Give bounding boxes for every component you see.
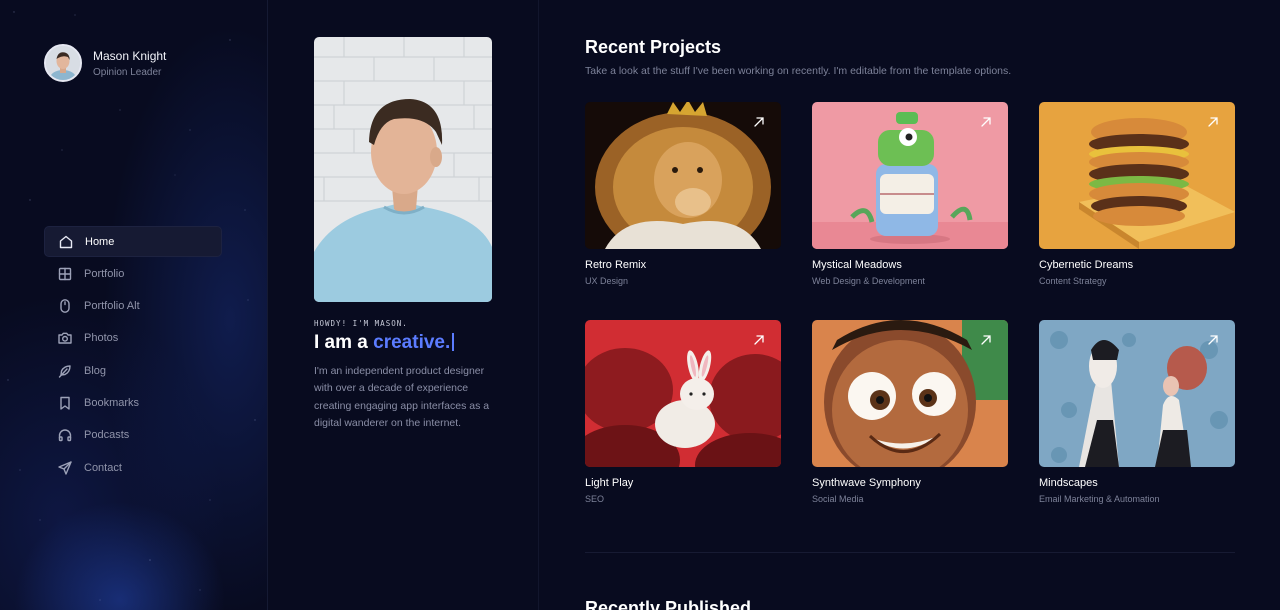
section-title-published: Recently Published bbox=[585, 598, 752, 610]
profile-name: Mason Knight bbox=[93, 48, 167, 63]
typing-cursor bbox=[452, 333, 455, 351]
arrow-up-right-icon bbox=[1206, 115, 1220, 129]
feather-icon bbox=[57, 363, 73, 379]
project-category: Social Media bbox=[812, 494, 864, 504]
bookmark-icon bbox=[57, 395, 73, 411]
nav-item-portfolio-alt[interactable]: Portfolio Alt bbox=[44, 291, 222, 322]
arrow-up-right-icon bbox=[1206, 333, 1220, 347]
nav-item-contact[interactable]: Contact bbox=[44, 452, 222, 483]
section-subtitle: Take a look at the stuff I've been worki… bbox=[585, 65, 1012, 77]
project-thumbnail[interactable] bbox=[585, 102, 781, 249]
project-card[interactable]: Retro Remix UX Design bbox=[585, 102, 782, 286]
grid-icon bbox=[57, 266, 73, 282]
project-category: Web Design & Development bbox=[812, 276, 925, 286]
project-title[interactable]: Cybernetic Dreams bbox=[1039, 259, 1236, 271]
nav-label: Blog bbox=[84, 364, 107, 377]
project-card[interactable]: Synthwave Symphony Social Media bbox=[812, 320, 1009, 504]
nav-item-bookmarks[interactable]: Bookmarks bbox=[44, 387, 222, 418]
camera-icon bbox=[57, 330, 73, 346]
project-title[interactable]: Retro Remix bbox=[585, 259, 782, 271]
project-thumbnail[interactable] bbox=[1039, 102, 1235, 249]
project-card[interactable]: Mindscapes Email Marketing & Automation bbox=[1039, 320, 1236, 504]
project-title[interactable]: Light Play bbox=[585, 477, 782, 489]
mouse-icon bbox=[57, 298, 73, 314]
project-card[interactable]: Cybernetic Dreams Content Strategy bbox=[1039, 102, 1236, 286]
arrow-up-right-icon bbox=[752, 333, 766, 347]
nav-item-photos[interactable]: Photos bbox=[44, 323, 222, 354]
nav-item-podcasts[interactable]: Podcasts bbox=[44, 420, 222, 451]
nav-label: Contact bbox=[84, 461, 122, 474]
nav-item-blog[interactable]: Blog bbox=[44, 355, 222, 386]
project-thumbnail[interactable] bbox=[812, 320, 1008, 467]
nav-label: Portfolio bbox=[84, 267, 125, 280]
headline-accent: creative. bbox=[373, 332, 451, 353]
headphones-icon bbox=[57, 427, 73, 443]
sidebar: Mason Knight Opinion Leader Home Portfol… bbox=[0, 0, 268, 610]
project-category: UX Design bbox=[585, 276, 629, 286]
project-category: Content Strategy bbox=[1039, 276, 1107, 286]
portrait-photo bbox=[314, 37, 492, 302]
intro-eyebrow: HOWDY! I'M MASON. bbox=[314, 319, 408, 328]
project-category: Email Marketing & Automation bbox=[1039, 494, 1160, 504]
section-divider bbox=[585, 552, 1235, 553]
nav-label: Portfolio Alt bbox=[84, 300, 140, 313]
project-category: SEO bbox=[585, 494, 605, 504]
nav-label: Photos bbox=[84, 332, 119, 345]
nav-label: Bookmarks bbox=[84, 396, 140, 409]
send-icon bbox=[57, 460, 73, 476]
intro-bio: I'm an independent product designer with… bbox=[314, 365, 490, 429]
project-title[interactable]: Mindscapes bbox=[1039, 477, 1236, 489]
intro-panel: HOWDY! I'M MASON. I am a creative. I'm a… bbox=[269, 0, 539, 610]
project-title[interactable]: Synthwave Symphony bbox=[812, 477, 1009, 489]
nav-item-home[interactable]: Home bbox=[44, 226, 222, 257]
main-nav: Home Portfolio Portfolio Alt Photos Blog bbox=[44, 226, 222, 484]
arrow-up-right-icon bbox=[979, 333, 993, 347]
avatar[interactable] bbox=[44, 44, 82, 82]
intro-headline: I am a creative. bbox=[314, 332, 455, 354]
project-thumbnail[interactable] bbox=[585, 320, 781, 467]
nav-item-portfolio[interactable]: Portfolio bbox=[44, 258, 222, 289]
section-title: Recent Projects bbox=[585, 37, 722, 57]
profile-role: Opinion Leader bbox=[93, 66, 162, 78]
nav-label: Podcasts bbox=[84, 429, 130, 442]
project-title[interactable]: Mystical Meadows bbox=[812, 259, 1009, 271]
arrow-up-right-icon bbox=[979, 115, 993, 129]
profile[interactable]: Mason Knight Opinion Leader bbox=[44, 44, 166, 82]
home-icon bbox=[58, 234, 74, 250]
project-card[interactable]: Mystical Meadows Web Design & Developmen… bbox=[812, 102, 1009, 286]
headline-prefix: I am a bbox=[314, 332, 368, 353]
project-thumbnail[interactable] bbox=[1039, 320, 1235, 467]
nav-label: Home bbox=[85, 235, 115, 248]
project-card[interactable]: Light Play SEO bbox=[585, 320, 782, 504]
arrow-up-right-icon bbox=[752, 115, 766, 129]
project-thumbnail[interactable] bbox=[812, 102, 1008, 249]
